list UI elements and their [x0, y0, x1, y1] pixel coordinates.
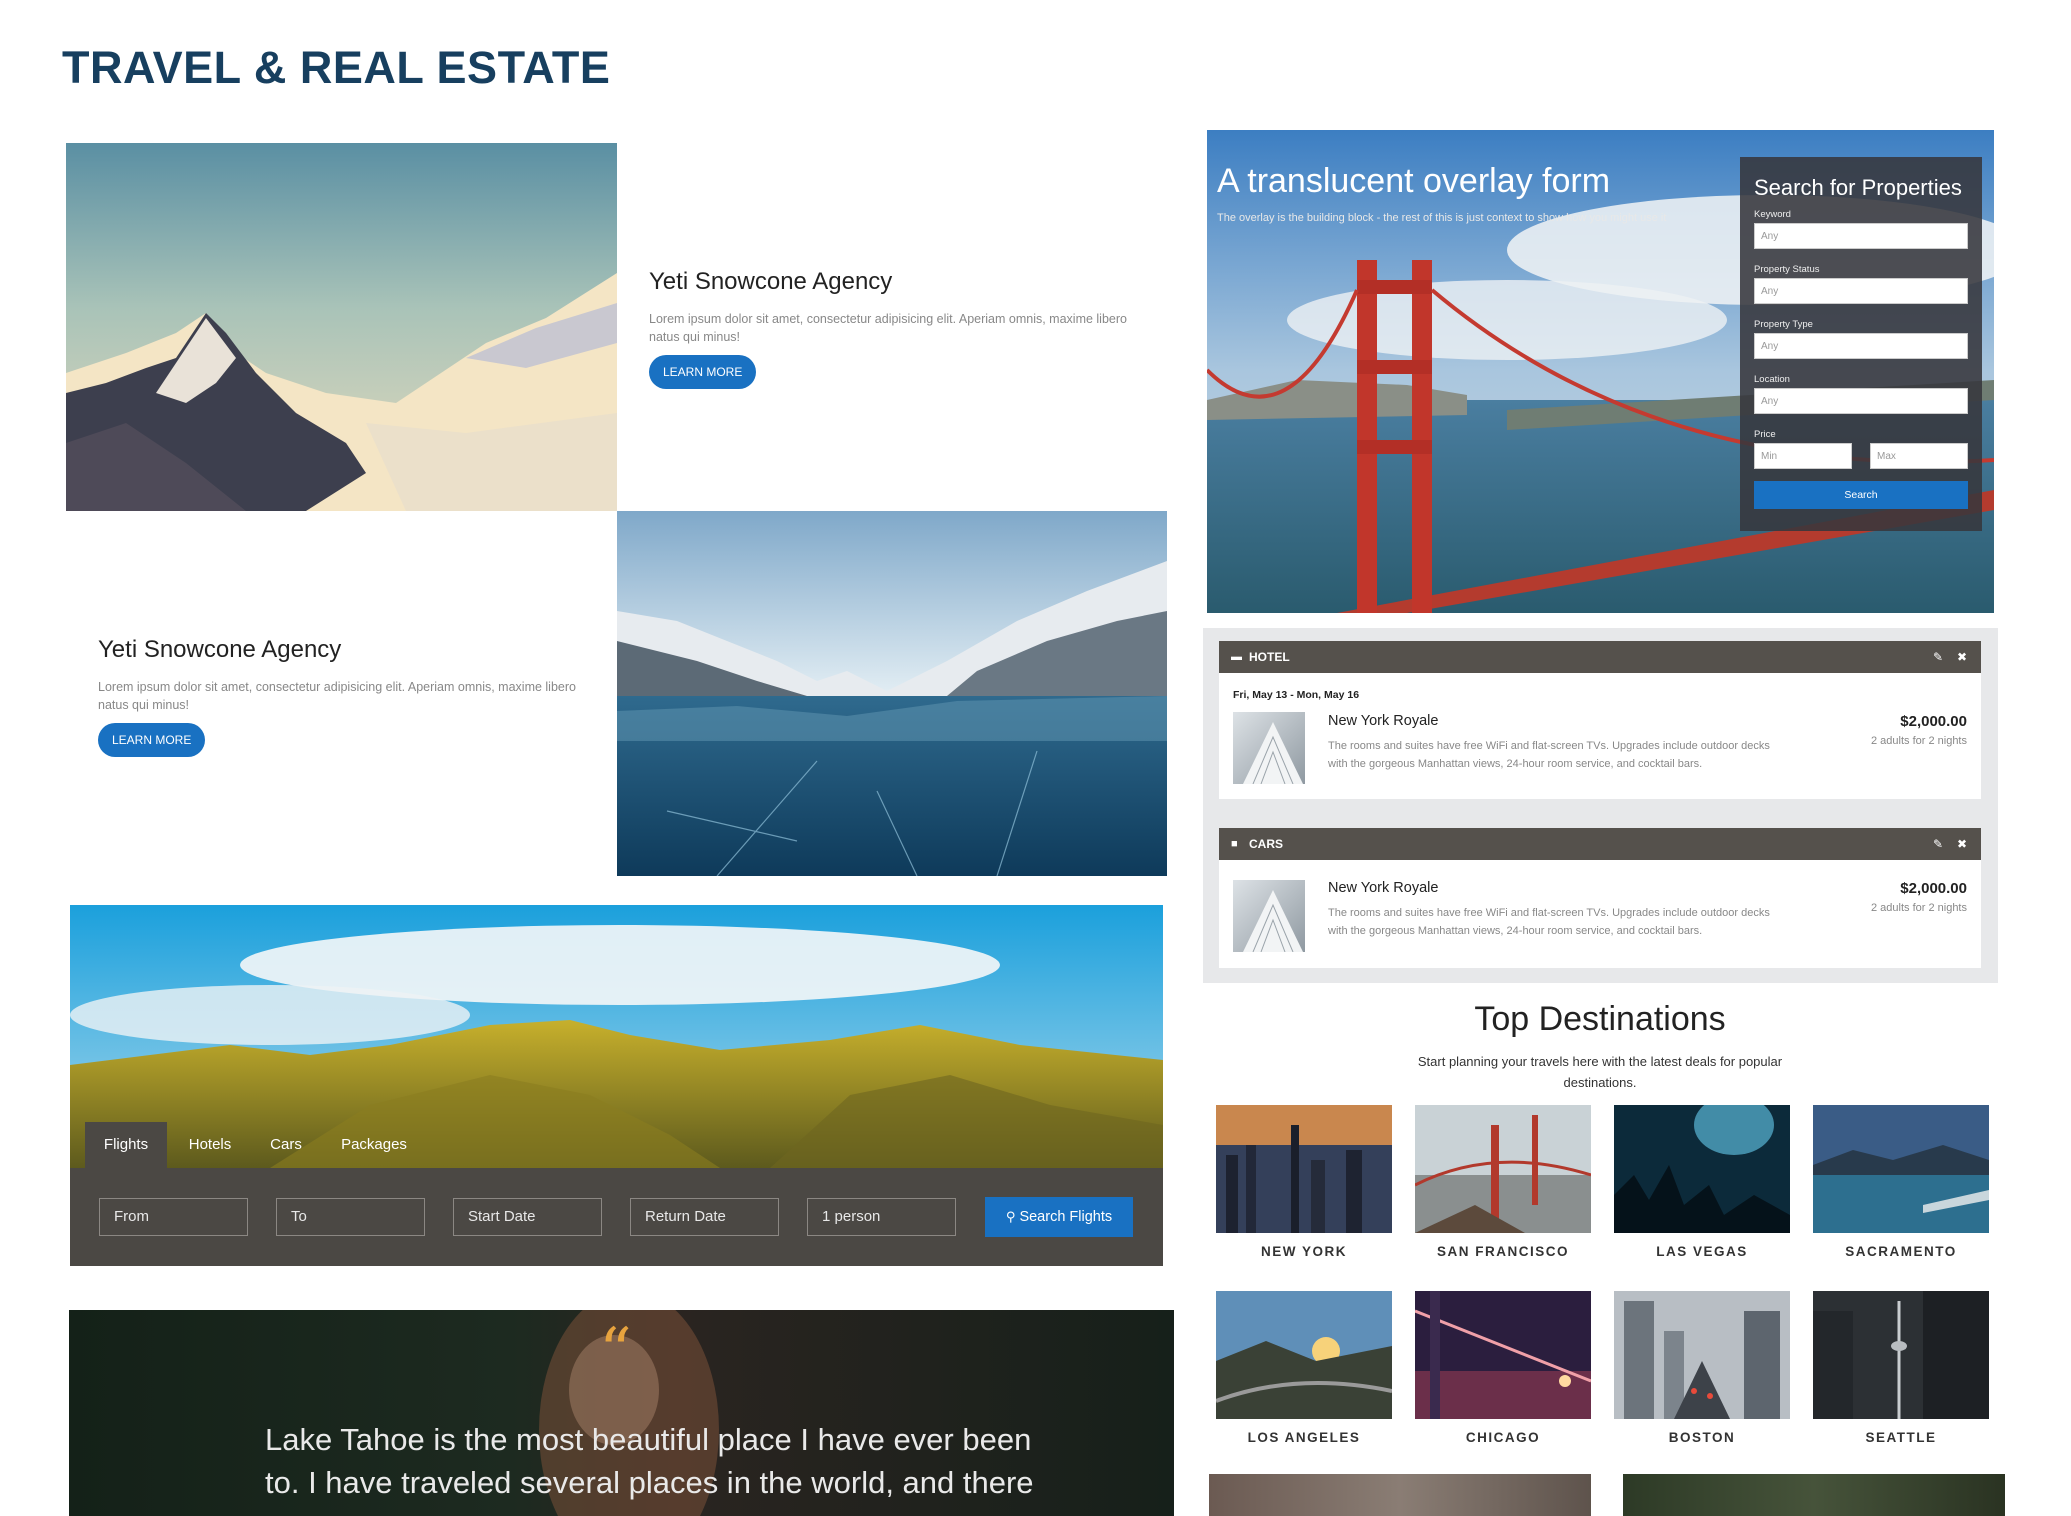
destinations-title: Top Destinations [1474, 1000, 1726, 1038]
destination-new-york-image[interactable] [1216, 1105, 1392, 1233]
cars-description: The rooms and suites have free WiFi and … [1328, 907, 1770, 937]
search-flights-button[interactable]: ⚲ Search Flights [985, 1197, 1133, 1237]
overlay-subtext: The overlay is the building block - the … [1217, 212, 1667, 224]
destination-chicago-label[interactable]: CHICAGO [1415, 1430, 1591, 1445]
destination-las-vegas-image[interactable] [1614, 1105, 1790, 1233]
start-date-input[interactable]: Start Date [453, 1198, 602, 1236]
tab-cars[interactable]: Cars [258, 1122, 314, 1168]
to-input[interactable]: To [276, 1198, 425, 1236]
hotel-header-label: HOTEL [1249, 650, 1290, 664]
location-input[interactable]: Any [1754, 388, 1968, 414]
destination-los-angeles-image[interactable] [1216, 1291, 1392, 1419]
property-search-button[interactable]: Search [1754, 481, 1968, 509]
location-label: Location [1754, 374, 1790, 385]
mountain-image [66, 143, 617, 511]
hotel-name[interactable]: New York Royale [1328, 713, 1438, 729]
destination-las-vegas-label[interactable]: LAS VEGAS [1614, 1244, 1790, 1259]
destination-sacramento-label[interactable]: SACRAMENTO [1813, 1244, 1989, 1259]
hotel-price: $2,000.00 [1900, 713, 1967, 730]
keyword-label: Keyword [1754, 209, 1791, 220]
agency-title-1: Yeti Snowcone Agency [649, 268, 893, 295]
hotel-date: Fri, May 13 - Mon, May 16 [1233, 689, 1360, 701]
hotel-header-bar: ▬ HOTEL ✎ ✖ [1219, 641, 1981, 673]
price-max-input[interactable]: Max [1870, 443, 1968, 469]
cars-nights: 2 adults for 2 nights [1870, 902, 1967, 914]
tab-packages[interactable]: Packages [330, 1122, 418, 1168]
cars-thumbnail [1233, 880, 1305, 953]
car-icon: ■ [1231, 838, 1238, 850]
destination-boston-label[interactable]: BOSTON [1614, 1430, 1790, 1445]
destination-seattle-label[interactable]: SEATTLE [1813, 1430, 1989, 1445]
keyword-input[interactable]: Any [1754, 223, 1968, 249]
cars-price: $2,000.00 [1900, 880, 1967, 897]
page-title: TRAVEL & REAL ESTATE [62, 42, 611, 93]
testimonial-line-1: Lake Tahoe is the most beautiful place I… [265, 1422, 1032, 1457]
overlay-headline: A translucent overlay form [1217, 162, 1611, 200]
destinations-subtitle-1: Start planning your travels here with th… [1417, 1054, 1783, 1069]
property-form-title: Search for Properties [1754, 175, 1962, 200]
close-icon[interactable]: ✖ [1957, 641, 1967, 673]
property-type-select[interactable]: Any [1754, 333, 1968, 359]
hotel-card: Fri, May 13 - Mon, May 16 New York Royal… [1219, 673, 1981, 799]
agency-text-1: Lorem ipsum dolor sit amet, consectetur … [649, 312, 1127, 344]
destination-new-york-label[interactable]: NEW YORK [1216, 1244, 1392, 1259]
destination-boston-image[interactable] [1614, 1291, 1790, 1419]
bike-image [1209, 1474, 1591, 1516]
price-label: Price [1754, 429, 1776, 440]
property-search-form: Search for Properties Keyword Any Proper… [1740, 157, 1982, 531]
tab-flights[interactable]: Flights [85, 1122, 167, 1168]
property-type-label: Property Type [1754, 319, 1813, 330]
property-status-label: Property Status [1754, 264, 1820, 275]
close-icon[interactable]: ✖ [1957, 828, 1967, 860]
quote-icon: “ [599, 1315, 632, 1389]
testimonial-line-2: to. I have traveled several places in th… [265, 1465, 1034, 1500]
forest-image [1623, 1474, 2005, 1516]
travelers-select[interactable]: 1 person [807, 1198, 956, 1236]
frozen-lake-image [617, 511, 1167, 876]
cars-card: New York Royale The rooms and suites hav… [1219, 860, 1981, 968]
from-input[interactable]: From [99, 1198, 248, 1236]
search-flights-label: Search Flights [1019, 1209, 1113, 1225]
cars-name[interactable]: New York Royale [1328, 880, 1438, 896]
agency-title-2: Yeti Snowcone Agency [98, 636, 342, 663]
bed-icon: ▬ [1231, 651, 1242, 663]
destination-los-angeles-label[interactable]: LOS ANGELES [1216, 1430, 1392, 1445]
cars-header-label: CARS [1249, 837, 1284, 851]
learn-more-button-2[interactable]: LEARN MORE [98, 723, 206, 757]
cars-header-bar: ■ CARS ✎ ✖ [1219, 828, 1981, 860]
tab-hotels[interactable]: Hotels [175, 1122, 245, 1168]
testimonial-section: “ Lake Tahoe is the most beautiful place… [69, 1310, 1174, 1516]
hotel-description: The rooms and suites have free WiFi and … [1328, 740, 1770, 770]
edit-icon[interactable]: ✎ [1933, 828, 1943, 860]
destination-san-francisco-image[interactable] [1415, 1105, 1591, 1233]
edit-icon[interactable]: ✎ [1933, 641, 1943, 673]
hotel-nights: 2 adults for 2 nights [1870, 735, 1967, 747]
itinerary-panel: ▬ HOTEL ✎ ✖ Fri, May 13 - Mon, May 16 Ne… [1203, 628, 1998, 983]
search-icon: ⚲ [1005, 1209, 1016, 1224]
destinations-subtitle-2: destinations. [1563, 1075, 1637, 1090]
return-date-input[interactable]: Return Date [630, 1198, 779, 1236]
destination-chicago-image[interactable] [1415, 1291, 1591, 1419]
destination-seattle-image[interactable] [1813, 1291, 1989, 1419]
price-min-input[interactable]: Min [1754, 443, 1852, 469]
property-status-select[interactable]: Any [1754, 278, 1968, 304]
agency-text-2: Lorem ipsum dolor sit amet, consectetur … [98, 680, 576, 712]
destination-sacramento-image[interactable] [1813, 1105, 1989, 1233]
destination-san-francisco-label[interactable]: SAN FRANCISCO [1415, 1244, 1591, 1259]
hotel-thumbnail [1233, 712, 1305, 785]
learn-more-button-1[interactable]: LEARN MORE [649, 355, 757, 389]
